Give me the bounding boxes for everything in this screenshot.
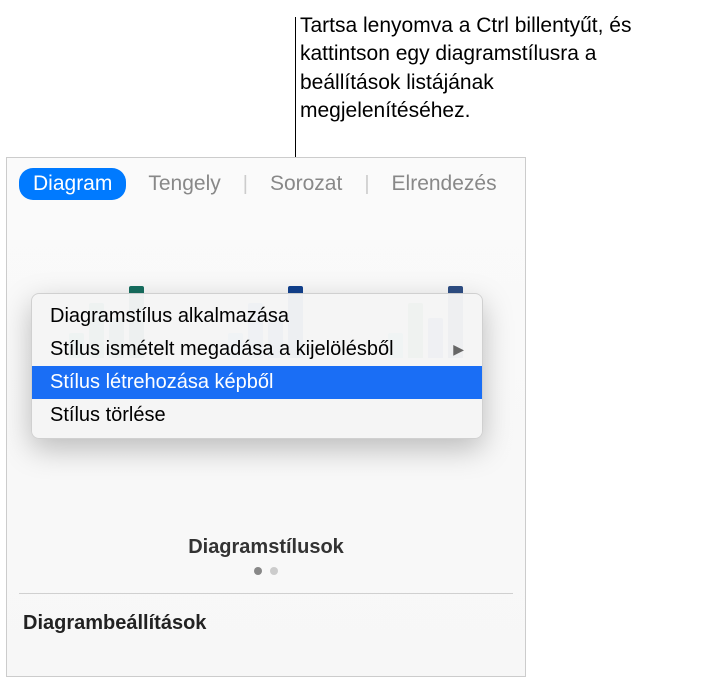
tab-separator: | [364,173,369,196]
menu-label: Stílus törlése [50,404,166,427]
tab-axis[interactable]: Tengely [134,168,234,200]
menu-apply-style[interactable]: Diagramstílus alkalmazása [32,300,482,333]
tab-diagram[interactable]: Diagram [19,168,126,200]
menu-create-from-image[interactable]: Stílus létrehozása képből [32,366,482,399]
page-indicator [7,567,525,575]
menu-redefine-style[interactable]: Stílus ismételt megadása a kijelölésből … [32,333,482,366]
callout-text: Tartsa lenyomva a Ctrl billentyűt, és ka… [300,12,660,125]
styles-section-title: Diagramstílusok [7,536,525,559]
context-menu: Diagramstílus alkalmazása Stílus ismétel… [31,293,483,439]
menu-label: Stílus létrehozása képből [50,371,273,394]
tab-bar: Diagram Tengely | Sorozat | Elrendezés [7,158,525,208]
settings-section-title: Diagrambeállítások [7,594,525,635]
tab-layout[interactable]: Elrendezés [378,168,511,200]
format-panel: Diagram Tengely | Sorozat | Elrendezés D… [6,157,526,677]
tab-series[interactable]: Sorozat [256,168,356,200]
page-dot[interactable] [254,567,262,575]
menu-delete-style[interactable]: Stílus törlése [32,399,482,432]
menu-label: Diagramstílus alkalmazása [50,305,289,328]
tab-separator: | [243,173,248,196]
menu-label: Stílus ismételt megadása a kijelölésből [50,338,394,361]
chevron-right-icon: ▶ [453,341,464,358]
page-dot[interactable] [270,567,278,575]
